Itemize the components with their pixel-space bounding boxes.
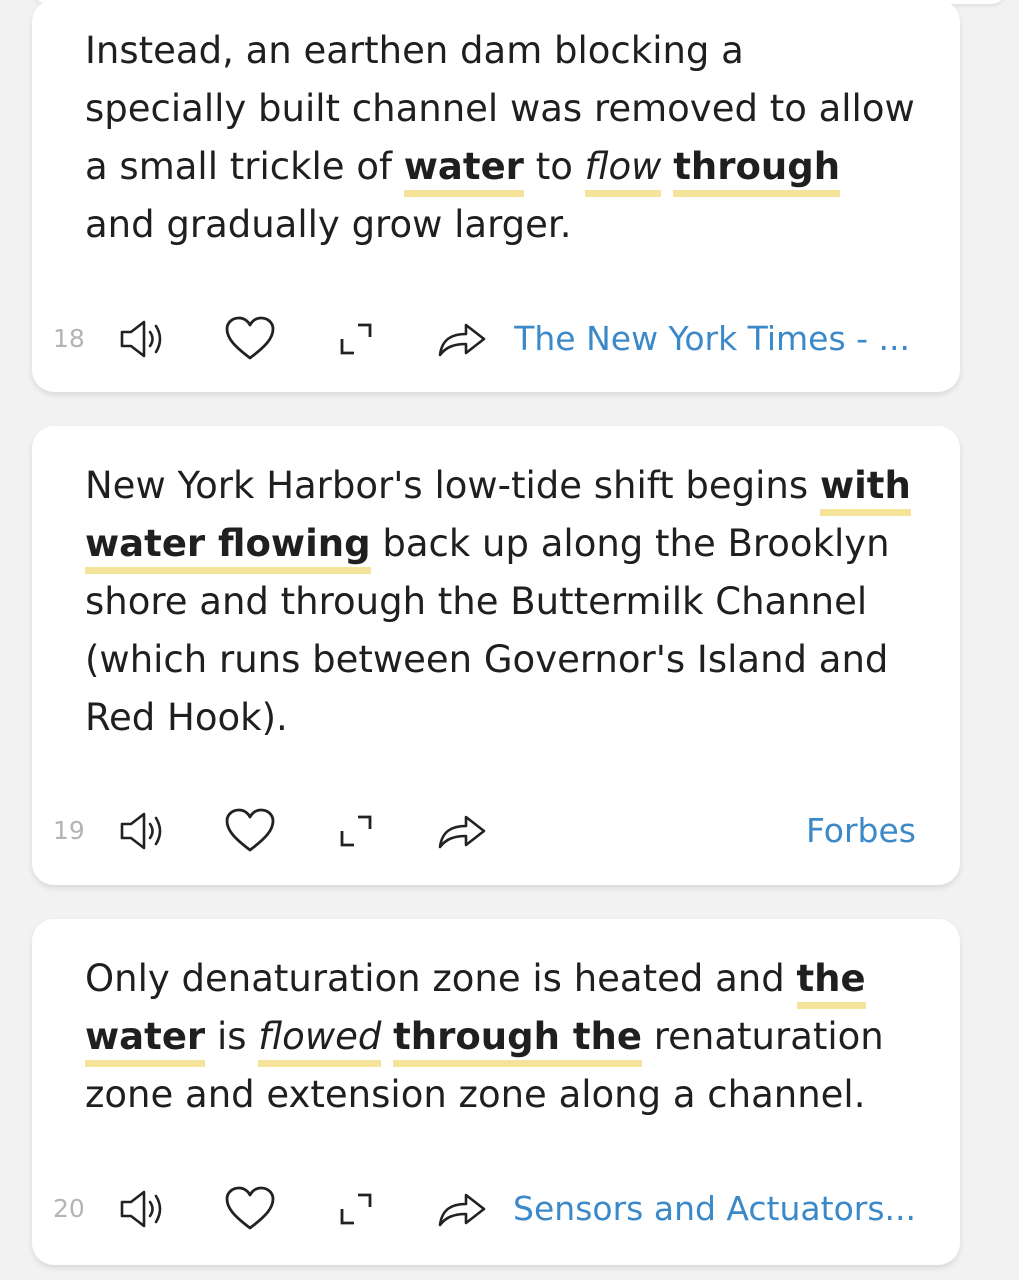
sentence-text: and gradually grow larger. [85,203,572,246]
source-link[interactable]: Sensors and Actuators... [513,1179,916,1239]
sentence-text: New York Harbor's low-tide shift begins [85,464,820,507]
sentence-text [661,145,673,188]
heart-icon[interactable] [220,309,280,369]
highlighted-term: through [673,145,841,197]
source-link[interactable]: Forbes [806,801,916,861]
expand-icon[interactable] [326,801,386,861]
example-number: 19 [53,816,85,845]
card-actions: 20 Sensors and Actuators... [32,1179,960,1239]
speaker-icon[interactable] [114,801,174,861]
example-number: 18 [53,324,85,353]
share-icon[interactable] [432,1179,492,1239]
share-icon[interactable] [432,801,492,861]
expand-icon[interactable] [326,1179,386,1239]
heart-icon[interactable] [220,801,280,861]
example-card-20: Only denaturation zone is heated and the… [32,919,960,1265]
speaker-icon[interactable] [114,1179,174,1239]
example-card-18: Instead, an earthen dam blocking a speci… [32,0,960,392]
card-actions: 19 Forbes [32,801,960,861]
example-sentence: Only denaturation zone is heated and the… [85,950,915,1124]
highlighted-term-italic: flowed [258,1015,382,1067]
sentence-text: to [523,145,585,188]
sentence-text: Only denaturation zone is heated and [85,957,797,1000]
heart-icon[interactable] [220,1179,280,1239]
expand-icon[interactable] [326,309,386,369]
card-actions: 18 The New York Times - ... [32,309,960,369]
sentence-text: is [205,1015,259,1058]
source-link[interactable]: The New York Times - ... [514,309,910,369]
highlighted-term: water [403,145,524,197]
share-icon[interactable] [432,309,492,369]
example-number: 20 [53,1194,85,1223]
example-card-19: New York Harbor's low-tide shift begins … [32,426,960,885]
highlighted-term-italic: flow [584,145,662,197]
speaker-icon[interactable] [114,309,174,369]
highlighted-term: through the [393,1015,642,1067]
example-sentence: New York Harbor's low-tide shift begins … [85,457,915,747]
example-sentence: Instead, an earthen dam blocking a speci… [85,22,915,254]
sentence-text [381,1015,393,1058]
